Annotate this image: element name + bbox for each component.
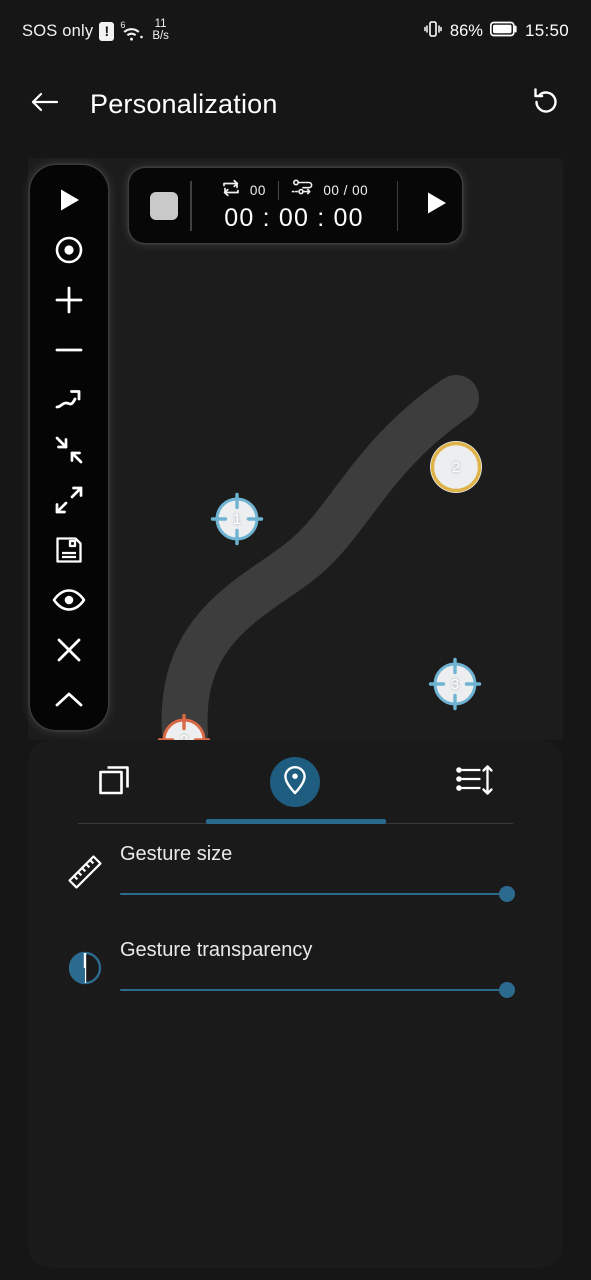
battery-icon <box>489 21 518 42</box>
gesture-node-number: 1 <box>232 510 242 528</box>
location-pin-icon <box>280 764 310 801</box>
stop-button[interactable] <box>150 191 178 220</box>
minus-icon <box>53 334 85 371</box>
toolbar-shrink-button[interactable] <box>30 427 108 477</box>
page-title: Personalization <box>90 88 278 119</box>
gesture-node-number: 2 <box>451 458 461 476</box>
toolbar-collapse-button[interactable] <box>30 677 108 727</box>
plus-icon <box>53 284 85 321</box>
status-bar: SOS only ! 6 11 B/s 86% 15:50 <box>0 0 591 62</box>
expand-arrows-icon <box>53 484 85 521</box>
playback-control-panel: 00 00 / 00 00: 00: 00 <box>129 168 462 243</box>
ruler-icon <box>50 850 120 894</box>
gesture-node[interactable]: 3 <box>426 655 484 713</box>
toolbar-play-button[interactable] <box>30 177 108 227</box>
play-triangle-icon <box>421 188 451 223</box>
data-rate-unit: B/s <box>152 30 169 42</box>
tab-gesture[interactable] <box>206 740 384 824</box>
reset-counterclockwise-icon <box>529 86 563 123</box>
settings-panel: Gesture size Gesture transparency <box>28 740 563 1268</box>
setting-label: Gesture size <box>120 842 233 865</box>
data-rate: 11 B/s <box>152 19 169 42</box>
back-button[interactable] <box>22 81 68 127</box>
alert-exclamation-icon: ! <box>99 21 115 41</box>
play-triangle-icon <box>54 185 84 220</box>
route-path-icon <box>291 179 315 202</box>
eye-icon <box>52 587 86 618</box>
tab-bar <box>28 740 563 824</box>
slider-body: Gesture size <box>120 843 563 902</box>
setting-label: Gesture transparency <box>120 938 313 961</box>
play-button[interactable] <box>410 188 462 223</box>
slider-gesture-size[interactable] <box>120 885 515 902</box>
gesture-canvas[interactable]: 1 2 2 3 <box>28 158 563 740</box>
status-bar-right: 86% 15:50 <box>423 19 569 44</box>
gesture-node[interactable]: 2 <box>155 711 213 740</box>
slider-gesture-transparency[interactable] <box>120 981 515 998</box>
wifi-generation-label: 6 <box>120 20 126 30</box>
slider-track <box>120 892 515 895</box>
timer-readout: 00 00 / 00 00: 00: 00 <box>204 179 385 233</box>
arrow-left-icon <box>29 87 61 122</box>
slider-track <box>120 988 515 991</box>
app-header: Personalization <box>0 62 591 146</box>
toolbar-record-button[interactable] <box>30 227 108 277</box>
record-dot-icon <box>54 235 84 270</box>
gesture-node-number: 3 <box>450 675 460 693</box>
toolbar-expand-button[interactable] <box>30 477 108 527</box>
wifi-6-icon: 6 <box>120 20 144 41</box>
setting-row-gesture-transparency: Gesture transparency <box>28 920 563 1016</box>
contrast-circle-icon <box>50 946 120 990</box>
slider-thumb[interactable] <box>499 885 515 902</box>
vibrate-icon <box>423 19 443 44</box>
setting-row-gesture-size: Gesture size <box>28 824 563 920</box>
repeat-loop-icon <box>220 179 242 202</box>
status-bar-left: SOS only ! 6 11 B/s <box>22 19 169 42</box>
counters-row: 00 00 / 00 <box>220 179 368 203</box>
divider <box>190 180 192 231</box>
carrier-label: SOS only <box>22 21 94 40</box>
elapsed-time-label: 00 : 00 : 00 <box>224 203 364 232</box>
step-counter-label: 00 / 00 <box>323 183 369 198</box>
gesture-toolbar <box>30 165 108 730</box>
toolbar-remove-button[interactable] <box>30 327 108 377</box>
slider-body: Gesture transparency <box>120 939 563 998</box>
chevron-up-icon <box>53 688 85 717</box>
tab-layers[interactable] <box>28 740 206 824</box>
reset-button[interactable] <box>523 81 569 127</box>
toolbar-preview-button[interactable] <box>30 577 108 627</box>
curve-arrow-icon <box>53 384 85 421</box>
tab-settings[interactable] <box>385 740 563 824</box>
divider <box>396 180 398 231</box>
sliders-sort-icon <box>453 762 495 803</box>
phone-screen: SOS only ! 6 11 B/s 86% 15:50 Personaliz… <box>0 0 591 1280</box>
clock-label: 15:50 <box>524 21 569 40</box>
toolbar-close-button[interactable] <box>30 627 108 677</box>
gesture-node-number: 2 <box>179 731 189 741</box>
gesture-node[interactable]: 1 <box>208 490 266 548</box>
layers-copy-icon <box>97 761 137 804</box>
toolbar-save-button[interactable] <box>30 527 108 577</box>
save-floppy-icon <box>54 535 84 570</box>
collapse-arrows-icon <box>53 434 85 471</box>
toolbar-add-button[interactable] <box>30 277 108 327</box>
toolbar-smooth-button[interactable] <box>30 377 108 427</box>
gesture-node[interactable]: 2 <box>427 438 485 496</box>
tab-active-indicator <box>270 757 321 807</box>
divider <box>277 181 280 200</box>
close-x-icon <box>54 635 84 670</box>
battery-percent-label: 86% <box>449 21 483 40</box>
slider-thumb[interactable] <box>499 981 515 998</box>
repeat-count-label: 00 <box>249 183 266 198</box>
